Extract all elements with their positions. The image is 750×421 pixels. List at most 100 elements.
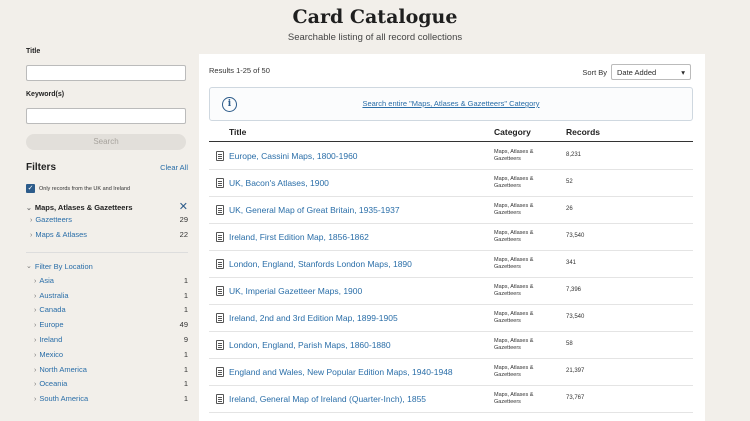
table-row: Europe, Cassini Maps, 1800-1960 Maps, Atl… <box>209 143 693 170</box>
document-icon <box>216 232 224 242</box>
chevron-right-icon: › <box>34 381 37 389</box>
column-header-title[interactable]: Title <box>229 127 246 137</box>
category-filter-item[interactable]: › Maps & Atlases 22 <box>26 227 188 242</box>
page-title: Card Catalogue <box>292 6 458 28</box>
location-filter-item[interactable]: › South America 1 <box>26 391 188 406</box>
collection-category: Maps, Atlases & Gazetteers <box>494 203 534 216</box>
collection-category: Maps, Atlases & Gazetteers <box>494 392 534 405</box>
table-row: Ireland, First Edition Map, 1856-1862 Map… <box>209 224 693 251</box>
chevron-right-icon: › <box>34 292 37 300</box>
column-header-category[interactable]: Category <box>494 127 531 137</box>
clear-all-link[interactable]: Clear All <box>160 163 188 172</box>
location-filter-item[interactable]: › Europe 49 <box>26 317 188 332</box>
table-row: Ireland, 2nd and 3rd Edition Map, 1899-1… <box>209 305 693 332</box>
filters-title: Filters <box>26 162 57 173</box>
collection-title-link[interactable]: Ireland, General Map of Ireland (Quarter… <box>229 394 426 404</box>
collection-records: 52 <box>566 179 573 185</box>
document-icon <box>216 394 224 404</box>
chevron-right-icon: › <box>30 217 33 224</box>
category-filter-item[interactable]: › Gazetteers 29 <box>26 212 188 227</box>
column-header-records[interactable]: Records <box>566 127 600 137</box>
search-button[interactable]: Search <box>26 134 186 150</box>
results-count: Results 1-25 of 50 <box>209 66 270 75</box>
collection-category: Maps, Atlases & Gazetteers <box>494 149 534 162</box>
collection-records: 21,397 <box>566 368 585 374</box>
location-filter-heading[interactable]: ⌄ Filter By Location <box>26 259 188 273</box>
category-heading-label: Maps, Atlases & Gazetteers <box>34 202 133 212</box>
collection-category: Maps, Atlases & Gazetteers <box>494 257 534 270</box>
location-filter-item[interactable]: › Mexico 1 <box>26 347 188 362</box>
chevron-right-icon: › <box>34 322 37 330</box>
collection-category: Maps, Atlases & Gazetteers <box>494 230 534 243</box>
document-icon <box>216 367 224 377</box>
document-icon <box>216 286 224 296</box>
search-category-link[interactable]: Search entire "Maps, Atlases & Gazetteer… <box>210 99 692 108</box>
title-input[interactable] <box>26 65 186 81</box>
location-filter-item[interactable]: › Asia 1 <box>26 273 188 288</box>
chevron-right-icon: › <box>34 351 37 359</box>
collection-category: Maps, Atlases & Gazetteers <box>494 176 534 189</box>
collection-records: 26 <box>566 206 573 212</box>
collection-category: Maps, Atlases & Gazetteers <box>494 338 534 351</box>
collection-records: 341 <box>566 260 577 266</box>
collection-title-link[interactable]: Ireland, 2nd and 3rd Edition Map, 1899-1… <box>229 313 398 323</box>
title-field-label: Title <box>26 48 41 55</box>
location-filter-item[interactable]: › Australia 1 <box>26 288 188 303</box>
filters-header: Filters Clear All <box>26 162 188 173</box>
table-header: Title Category Records <box>209 124 693 142</box>
location-filter-item[interactable]: › Canada 1 <box>26 303 188 318</box>
table-row: London, England, Parish Maps, 1860-1880 M… <box>209 332 693 359</box>
document-icon <box>216 178 224 188</box>
sort-select[interactable]: Date Added ▾ <box>611 64 691 80</box>
table-row: UK, Imperial Gazetteer Maps, 1900 Maps, A… <box>209 278 693 305</box>
collection-title-link[interactable]: Europe, Cassini Maps, 1800-1960 <box>229 151 358 161</box>
uk-ireland-checkbox-label: Only records from the UK and Ireland <box>39 185 131 192</box>
collection-records: 73,540 <box>566 314 585 320</box>
table-row: UK, General Map of Great Britain, 1935-1… <box>209 197 693 224</box>
category-search-banner: i Search entire "Maps, Atlases & Gazette… <box>209 87 693 121</box>
document-icon <box>216 259 224 269</box>
chevron-right-icon: › <box>34 396 37 404</box>
table-row: UK, Bacon's Atlases, 1900 Maps, Atlases &… <box>209 170 693 197</box>
collection-category: Maps, Atlases & Gazetteers <box>494 365 534 378</box>
chevron-down-icon: ⌄ <box>26 204 32 212</box>
collection-title-link[interactable]: UK, Bacon's Atlases, 1900 <box>229 178 329 188</box>
location-filter-item[interactable]: › Oceania 1 <box>26 377 188 392</box>
category-filter-list: › Gazetteers 29 › Maps & Atlases 22 <box>26 212 188 242</box>
collection-title-link[interactable]: England and Wales, New Popular Edition M… <box>229 367 453 377</box>
collection-title-link[interactable]: Ireland, First Edition Map, 1856-1862 <box>229 232 369 242</box>
collection-title-link[interactable]: UK, Imperial Gazetteer Maps, 1900 <box>229 286 362 296</box>
collection-category: Maps, Atlases & Gazetteers <box>494 284 534 297</box>
collection-category: Maps, Atlases & Gazetteers <box>494 311 534 324</box>
sort-label: Sort By <box>582 67 607 77</box>
divider <box>26 252 188 253</box>
collection-records: 7,396 <box>566 287 582 293</box>
document-icon <box>216 313 224 323</box>
collection-records: 73,767 <box>566 395 585 401</box>
keyword-field-label: Keyword(s) <box>26 91 65 98</box>
chevron-right-icon: › <box>34 307 37 315</box>
keyword-input[interactable] <box>26 108 186 124</box>
table-row: Ireland, General Map of Ireland (Quarter… <box>209 386 693 413</box>
location-filter-list: › Asia 1 › Australia 1 › Canada 1 › Europe 49 › I… <box>26 273 188 406</box>
table-row: England and Wales, New Popular Edition M… <box>209 359 693 386</box>
collection-records: 73,540 <box>566 233 585 239</box>
document-icon <box>216 205 224 215</box>
uk-ireland-checkbox-row[interactable]: ✓ Only records from the UK and Ireland <box>26 184 188 193</box>
close-icon[interactable]: ✕ <box>179 202 188 213</box>
sidebar: Title Keyword(s) Search Filters Clear Al… <box>26 48 188 406</box>
chevron-down-icon: ⌄ <box>26 263 32 270</box>
page-header: Card Catalogue Searchable listing of all… <box>0 6 750 43</box>
location-filter-item[interactable]: › North America 1 <box>26 362 188 377</box>
collection-title-link[interactable]: UK, General Map of Great Britain, 1935-1… <box>229 205 400 215</box>
collection-title-link[interactable]: London, England, Stanfords London Maps, … <box>229 259 412 269</box>
uk-ireland-checkbox[interactable]: ✓ <box>26 184 35 193</box>
document-icon <box>216 151 224 161</box>
category-filter-heading: ⌄ Maps, Atlases & Gazetteers ✕ <box>26 202 188 213</box>
location-filter-item[interactable]: › Ireland 9 <box>26 332 188 347</box>
collection-records: 8,231 <box>566 152 582 158</box>
collection-title-link[interactable]: London, England, Parish Maps, 1860-1880 <box>229 340 391 350</box>
document-icon <box>216 340 224 350</box>
table-row: London, England, Stanfords London Maps, … <box>209 251 693 278</box>
chevron-right-icon: › <box>34 277 37 285</box>
